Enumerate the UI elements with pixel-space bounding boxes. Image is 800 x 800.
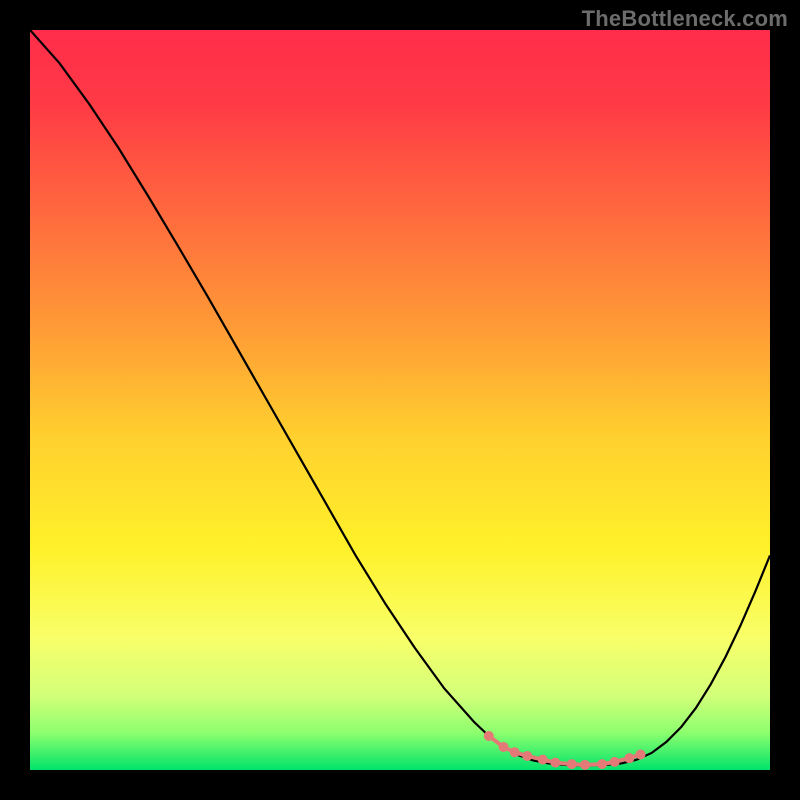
plot-svg: [30, 30, 770, 770]
marker-dot: [580, 760, 590, 770]
marker-dot: [597, 759, 607, 769]
marker-dot: [499, 742, 509, 752]
marker-dot: [510, 747, 520, 757]
marker-dot: [636, 749, 646, 759]
plot-area: [30, 30, 770, 770]
marker-dot: [567, 759, 577, 769]
chart-frame: TheBottleneck.com: [0, 0, 800, 800]
gradient-background: [30, 30, 770, 770]
marker-dot: [610, 757, 620, 767]
marker-dot: [538, 755, 548, 765]
marker-dot: [550, 758, 560, 768]
marker-dot: [624, 753, 634, 763]
watermark-text: TheBottleneck.com: [582, 6, 788, 32]
marker-dot: [522, 751, 532, 761]
marker-dot: [484, 731, 494, 741]
